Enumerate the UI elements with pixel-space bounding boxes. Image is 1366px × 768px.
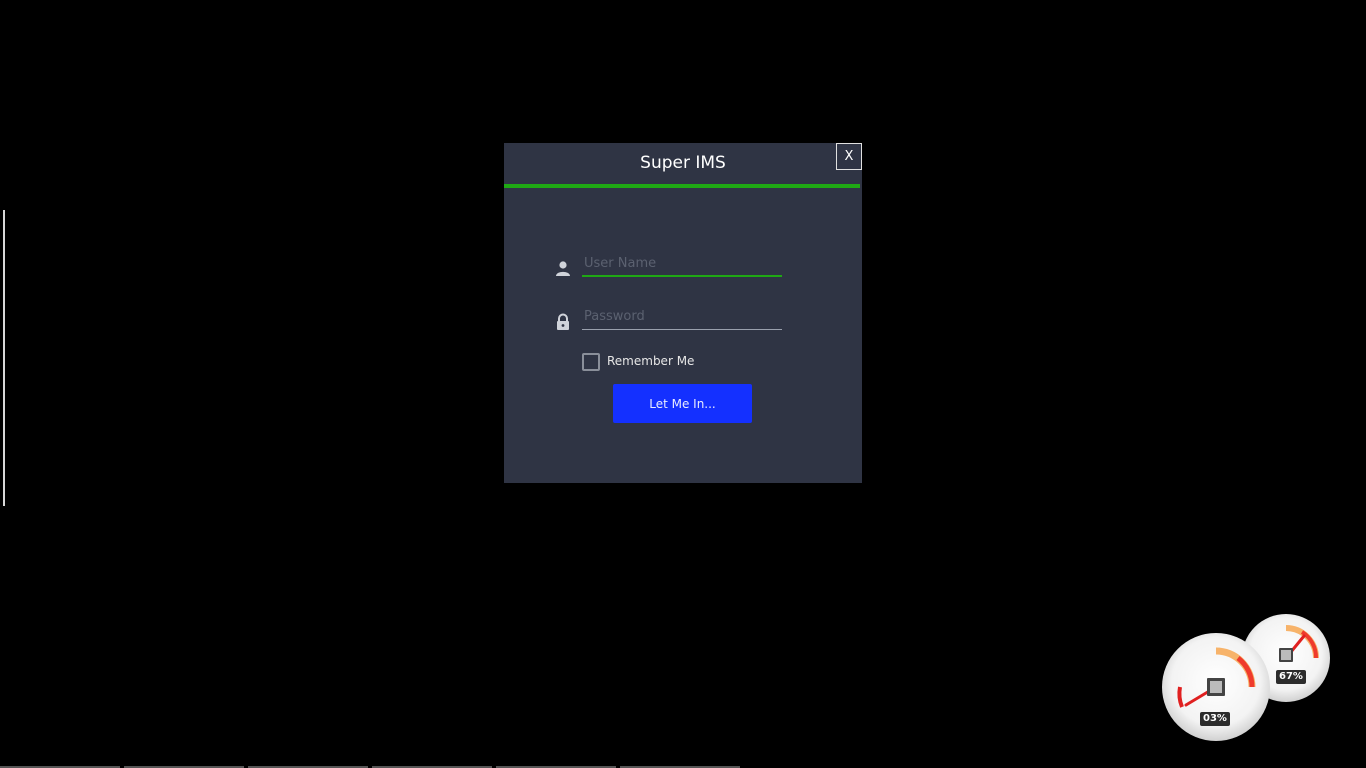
user-icon (554, 259, 572, 279)
desktop: Super IMS X User Name Remember Me Let Me… (0, 0, 1366, 768)
window-edge (3, 210, 5, 506)
remember-me-checkbox[interactable] (582, 353, 600, 371)
cpu-icon (1207, 678, 1225, 696)
cpu-gauge: 03% (1162, 633, 1270, 741)
password-row (554, 304, 784, 334)
header-accent-bar (504, 184, 860, 188)
remember-me-label[interactable]: Remember Me (607, 354, 694, 368)
close-button[interactable]: X (836, 143, 862, 170)
username-row (554, 251, 784, 281)
login-button[interactable]: Let Me In... (613, 384, 752, 423)
memory-gauge-value: 67% (1276, 670, 1306, 684)
dialog-header: Super IMS X (504, 143, 862, 185)
login-dialog: Super IMS X User Name Remember Me Let Me… (504, 143, 862, 483)
lock-icon (554, 312, 572, 332)
username-input[interactable] (582, 251, 782, 277)
dialog-title: Super IMS (640, 153, 726, 173)
password-input[interactable] (582, 304, 782, 330)
remember-me-row: Remember Me (582, 353, 742, 371)
memory-icon (1279, 648, 1293, 662)
cpu-gauge-value: 03% (1200, 712, 1230, 726)
